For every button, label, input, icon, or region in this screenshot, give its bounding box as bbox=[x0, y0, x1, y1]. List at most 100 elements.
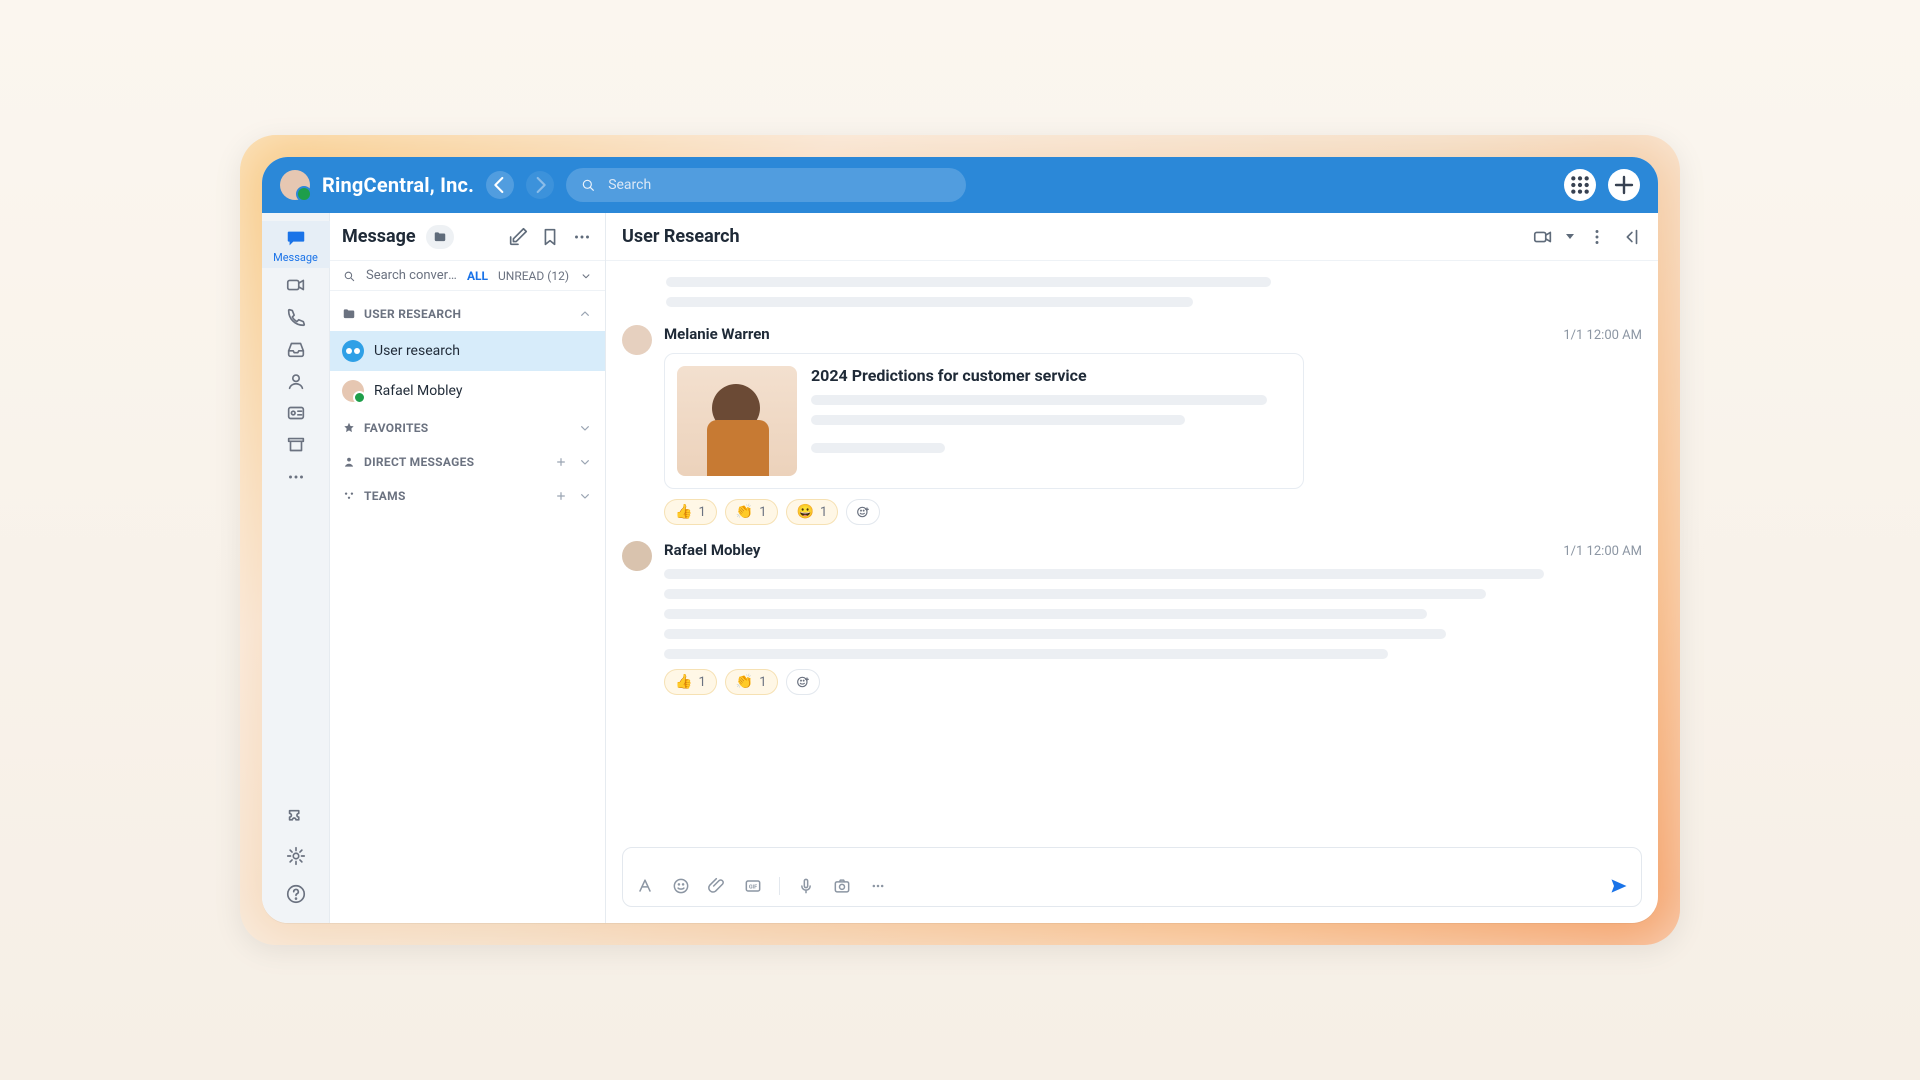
reaction-clap[interactable]: 👏1 bbox=[725, 499, 778, 525]
reactions: 👍1 👏1 bbox=[664, 669, 1642, 695]
nav-forward-button[interactable] bbox=[526, 171, 554, 199]
reaction-clap[interactable]: 👏1 bbox=[725, 669, 778, 695]
video-icon bbox=[1532, 226, 1554, 248]
filter-all[interactable]: ALL bbox=[467, 269, 488, 283]
rail-item-label: Message bbox=[273, 251, 318, 264]
sidebar-item-label: User research bbox=[374, 343, 460, 359]
reaction-thumbs-up[interactable]: 👍1 bbox=[664, 499, 717, 525]
new-action-button[interactable] bbox=[1608, 169, 1640, 201]
sidebar-groups: USER RESEARCH User research Rafael Moble… bbox=[330, 291, 605, 513]
dots-horizontal-icon bbox=[571, 226, 593, 248]
group-header-favorites[interactable]: FAVORITES bbox=[342, 411, 593, 445]
camera-icon bbox=[832, 876, 852, 896]
composer-more-button[interactable] bbox=[868, 876, 888, 896]
chat-feed[interactable]: Melanie Warren 1/1 12:00 AM 2024 Predict… bbox=[606, 261, 1658, 837]
sidebar-header: Message bbox=[330, 213, 605, 261]
dialpad-button[interactable] bbox=[1564, 169, 1596, 201]
reactions: 👍1 👏1 😀1 bbox=[664, 499, 1642, 525]
reaction-thumbs-up[interactable]: 👍1 bbox=[664, 669, 717, 695]
sidebar-item-user-research[interactable]: User research bbox=[330, 331, 605, 371]
chat-title: User Research bbox=[622, 226, 740, 247]
global-search-input[interactable] bbox=[606, 176, 952, 194]
chevron-down-icon bbox=[577, 454, 593, 470]
rail-item-settings[interactable] bbox=[262, 837, 330, 875]
search-icon bbox=[342, 269, 356, 283]
start-video-button[interactable] bbox=[1532, 226, 1554, 248]
avatar[interactable] bbox=[280, 170, 310, 200]
voice-button[interactable] bbox=[796, 876, 816, 896]
emoji-button[interactable] bbox=[671, 876, 691, 896]
avatar[interactable] bbox=[622, 325, 652, 355]
collapse-right-button[interactable] bbox=[1620, 226, 1642, 248]
chat-panel: User Research bbox=[606, 213, 1658, 923]
rail-item-help[interactable] bbox=[262, 875, 330, 913]
composer[interactable]: GIF bbox=[622, 847, 1642, 907]
chevron-down-icon[interactable] bbox=[1566, 234, 1574, 239]
dots-horizontal-icon bbox=[868, 876, 888, 896]
add-dm-button[interactable] bbox=[553, 454, 569, 470]
microphone-icon bbox=[796, 876, 816, 896]
bookmark-icon bbox=[539, 226, 561, 248]
plus-icon bbox=[553, 488, 569, 504]
rail-item-archive[interactable] bbox=[262, 428, 330, 460]
rail-item-video[interactable] bbox=[262, 268, 330, 300]
sidebar-item-rafael-mobley[interactable]: Rafael Mobley bbox=[330, 371, 605, 411]
attach-button[interactable] bbox=[707, 876, 727, 896]
nav-back-button[interactable] bbox=[486, 171, 514, 199]
group-header-user-research[interactable]: USER RESEARCH bbox=[342, 297, 593, 331]
sidebar-more-button[interactable] bbox=[571, 226, 593, 248]
rail-item-more[interactable] bbox=[262, 460, 330, 492]
add-reaction-button[interactable] bbox=[786, 669, 820, 695]
folder-button[interactable] bbox=[426, 225, 454, 249]
puzzle-icon bbox=[285, 807, 307, 829]
filter-unread[interactable]: UNREAD (12) bbox=[498, 269, 569, 283]
group-direct-messages: DIRECT MESSAGES bbox=[330, 445, 605, 479]
bookmark-button[interactable] bbox=[539, 226, 561, 248]
sidebar-search-row: Search conversatio… ALL UNREAD (12) bbox=[330, 261, 605, 291]
message-author: Rafael Mobley bbox=[664, 541, 760, 559]
add-reaction-button[interactable] bbox=[846, 499, 880, 525]
send-button[interactable] bbox=[1609, 876, 1629, 896]
gif-button[interactable]: GIF bbox=[743, 876, 763, 896]
sidebar-title: Message bbox=[342, 226, 416, 247]
inbox-icon bbox=[285, 338, 307, 360]
format-button[interactable] bbox=[635, 876, 655, 896]
chat-more-button[interactable] bbox=[1586, 226, 1608, 248]
chat-icon bbox=[285, 227, 307, 249]
global-search[interactable] bbox=[566, 168, 966, 202]
link-card[interactable]: 2024 Predictions for customer service bbox=[664, 353, 1304, 489]
chevron-right-icon bbox=[526, 171, 554, 199]
rail-item-fax[interactable] bbox=[262, 396, 330, 428]
loading-placeholder bbox=[622, 277, 1642, 307]
rail-item-inbox[interactable] bbox=[262, 332, 330, 364]
rail-item-phone[interactable] bbox=[262, 300, 330, 332]
star-icon bbox=[342, 421, 356, 435]
avatar bbox=[342, 380, 364, 402]
phone-icon bbox=[285, 306, 307, 328]
group-header-direct-messages[interactable]: DIRECT MESSAGES bbox=[342, 445, 593, 479]
separator bbox=[779, 877, 780, 895]
sidebar-search-placeholder[interactable]: Search conversatio… bbox=[366, 268, 457, 283]
dots-horizontal-icon bbox=[285, 466, 307, 488]
chevron-left-icon bbox=[486, 171, 514, 199]
add-team-button[interactable] bbox=[553, 488, 569, 504]
rail-item-contacts[interactable] bbox=[262, 364, 330, 396]
sidebar-item-label: Rafael Mobley bbox=[374, 383, 462, 399]
message: Rafael Mobley 1/1 12:00 AM bbox=[622, 541, 1642, 695]
gif-icon: GIF bbox=[743, 876, 763, 896]
message-time: 1/1 12:00 AM bbox=[1563, 544, 1642, 559]
plus-icon bbox=[553, 454, 569, 470]
camera-button[interactable] bbox=[832, 876, 852, 896]
sidebar: Message S bbox=[330, 213, 606, 923]
group-header-teams[interactable]: TEAMS bbox=[342, 479, 593, 513]
chevron-down-icon[interactable] bbox=[579, 269, 593, 283]
compose-button[interactable] bbox=[507, 226, 529, 248]
rail-item-apps[interactable] bbox=[262, 799, 330, 837]
avatar[interactable] bbox=[622, 541, 652, 571]
group-label: DIRECT MESSAGES bbox=[364, 455, 474, 469]
emoji-add-icon bbox=[855, 504, 871, 520]
folder-icon bbox=[433, 230, 447, 244]
rail-item-message[interactable]: Message bbox=[262, 221, 330, 268]
reaction-smile[interactable]: 😀1 bbox=[786, 499, 839, 525]
search-icon bbox=[580, 177, 596, 193]
